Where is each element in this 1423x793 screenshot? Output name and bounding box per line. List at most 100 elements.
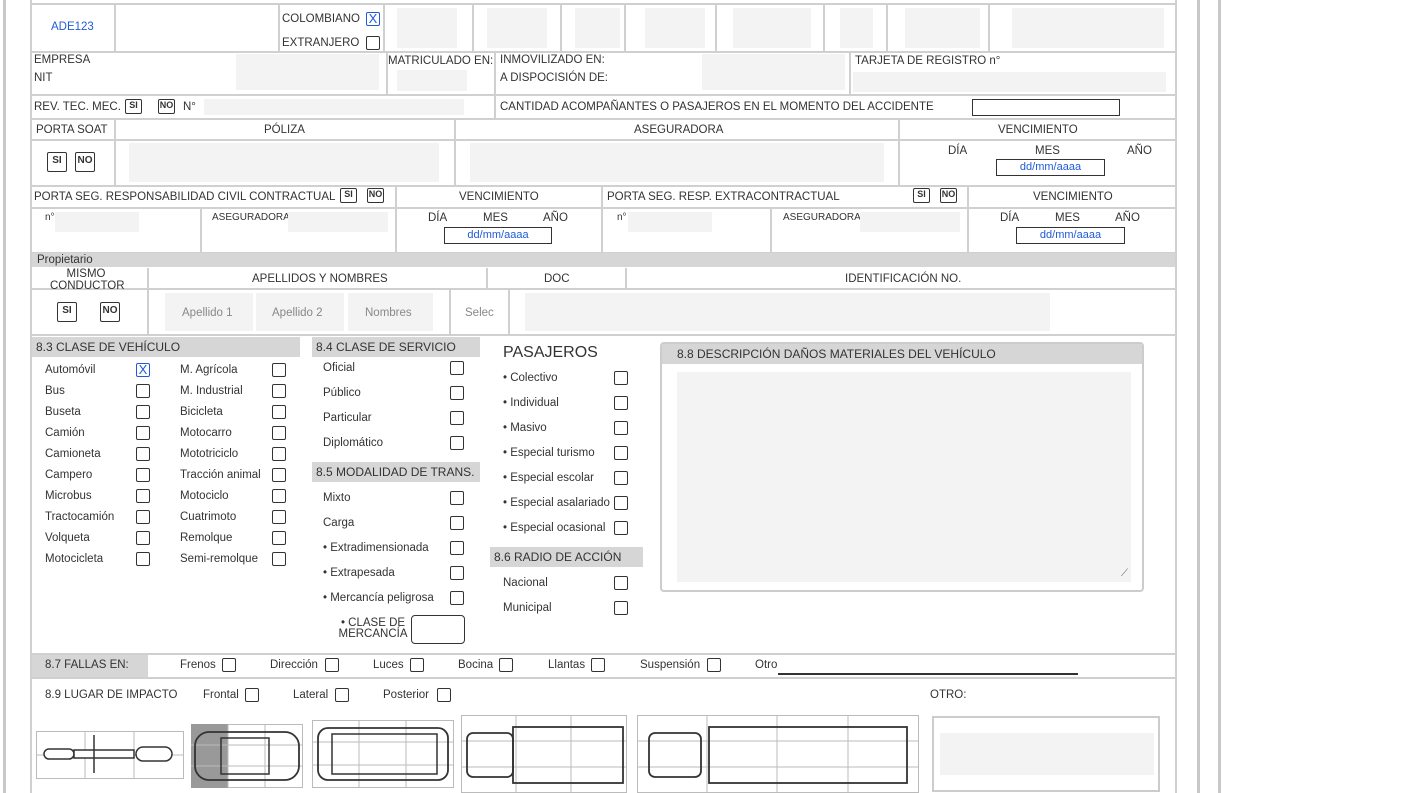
option-label: Tractocamión (45, 511, 115, 523)
revtec-num-input[interactable] (204, 99, 464, 115)
option-checkbox[interactable] (136, 405, 150, 419)
option-checkbox[interactable] (614, 496, 628, 510)
soat-date-input[interactable]: dd/mm/aaaa (996, 159, 1105, 176)
rce-si-checkbox[interactable]: SI (913, 188, 930, 203)
rce-n-input[interactable] (628, 212, 712, 232)
field-box[interactable] (733, 8, 811, 48)
option-checkbox[interactable] (136, 510, 150, 524)
option-checkbox[interactable] (272, 552, 286, 566)
scrollbar-track[interactable] (1218, 0, 1221, 793)
option-checkbox[interactable] (450, 361, 464, 375)
danos-textarea[interactable] (677, 372, 1131, 582)
poliza-input[interactable] (129, 143, 439, 182)
impacto-checkbox[interactable] (245, 688, 259, 702)
impacto-checkbox[interactable] (335, 688, 349, 702)
mismo-no-checkbox[interactable]: NO (100, 302, 120, 322)
option-checkbox[interactable] (272, 363, 286, 377)
falla-checkbox[interactable] (222, 658, 236, 672)
tractor-trailer-diagram[interactable] (637, 715, 919, 793)
option-checkbox[interactable] (450, 411, 464, 425)
field-box[interactable] (487, 8, 547, 48)
clase-mercancia-input[interactable] (411, 615, 465, 644)
motorcycle-diagram[interactable] (36, 731, 184, 779)
option-checkbox[interactable] (272, 510, 286, 524)
option-checkbox[interactable] (450, 541, 464, 555)
option-checkbox[interactable] (450, 491, 464, 505)
mismo-si-checkbox[interactable]: SI (57, 302, 77, 322)
rc-date-input[interactable]: dd/mm/aaaa (444, 227, 552, 244)
falla-checkbox[interactable] (499, 658, 513, 672)
option-checkbox[interactable] (614, 396, 628, 410)
aseguradora-input[interactable] (470, 143, 884, 182)
option-checkbox[interactable] (614, 421, 628, 435)
resize-handle-icon[interactable]: ⟋ (1121, 568, 1128, 579)
option-checkbox[interactable]: X (136, 363, 150, 377)
field-box[interactable] (575, 8, 620, 48)
option-checkbox[interactable] (272, 384, 286, 398)
falla-checkbox[interactable] (410, 658, 424, 672)
option-checkbox[interactable] (136, 531, 150, 545)
rc-n-input[interactable] (55, 212, 139, 232)
option-checkbox[interactable] (136, 384, 150, 398)
option-checkbox[interactable] (136, 426, 150, 440)
option-checkbox[interactable] (272, 447, 286, 461)
revtec-si-checkbox[interactable]: SI (125, 99, 142, 114)
revtec-no-checkbox[interactable]: NO (158, 99, 175, 114)
extranjero-checkbox[interactable] (366, 36, 380, 50)
rce-aseg-input[interactable] (860, 212, 960, 232)
falla-checkbox[interactable] (591, 658, 605, 672)
falla-checkbox[interactable] (707, 658, 721, 672)
option-checkbox[interactable] (272, 426, 286, 440)
plate-value[interactable]: ADE123 (51, 21, 94, 33)
car-diagram[interactable] (191, 724, 303, 788)
option-checkbox[interactable] (272, 468, 286, 482)
option-checkbox[interactable] (136, 489, 150, 503)
option-checkbox[interactable] (450, 516, 464, 530)
field-box[interactable] (1012, 8, 1164, 48)
doc-select[interactable]: Selec (465, 307, 494, 319)
falla-label: Dirección (270, 659, 318, 671)
rc-no-checkbox[interactable]: NO (367, 188, 384, 203)
option-checkbox[interactable] (450, 566, 464, 580)
field-box[interactable] (397, 8, 457, 48)
fallas-otro-input[interactable] (778, 673, 1078, 675)
option-checkbox[interactable] (272, 489, 286, 503)
falla-checkbox[interactable] (325, 658, 339, 672)
empresa-input[interactable] (236, 54, 379, 90)
soat-no-checkbox[interactable]: NO (75, 152, 95, 172)
rc-aseg-input[interactable] (288, 212, 388, 232)
colombiano-checkbox[interactable]: X (366, 12, 380, 26)
impacto-checkbox[interactable] (437, 688, 451, 702)
option-checkbox[interactable] (614, 521, 628, 535)
option-checkbox[interactable] (614, 601, 628, 615)
option-label: Particular (323, 412, 372, 424)
identificacion-input[interactable] (525, 293, 1050, 331)
soat-si-checkbox[interactable]: SI (47, 152, 67, 172)
field-box[interactable] (905, 8, 980, 48)
rce-no-checkbox[interactable]: NO (940, 188, 957, 203)
rc-anio: AÑO (543, 212, 568, 224)
truck-diagram[interactable] (461, 715, 627, 793)
option-checkbox[interactable] (272, 405, 286, 419)
matriculado-input[interactable] (397, 70, 467, 91)
field-box[interactable] (645, 8, 705, 48)
van-diagram[interactable] (312, 720, 454, 788)
option-checkbox[interactable] (614, 576, 628, 590)
impacto-otro-input[interactable] (940, 733, 1154, 775)
option-checkbox[interactable] (136, 447, 150, 461)
acompanantes-input[interactable] (972, 99, 1120, 116)
tarjeta-input[interactable] (853, 72, 1166, 92)
field-box[interactable] (840, 8, 873, 48)
option-checkbox[interactable] (450, 386, 464, 400)
option-checkbox[interactable] (614, 471, 628, 485)
option-checkbox[interactable] (136, 468, 150, 482)
rc-si-checkbox[interactable]: SI (340, 188, 357, 203)
rce-date-input[interactable]: dd/mm/aaaa (1016, 227, 1125, 244)
option-checkbox[interactable] (136, 552, 150, 566)
option-checkbox[interactable] (272, 531, 286, 545)
option-checkbox[interactable] (450, 436, 464, 450)
option-checkbox[interactable] (614, 446, 628, 460)
inmovilizado-input[interactable] (702, 54, 845, 90)
option-checkbox[interactable] (614, 371, 628, 385)
option-checkbox[interactable] (450, 591, 464, 605)
